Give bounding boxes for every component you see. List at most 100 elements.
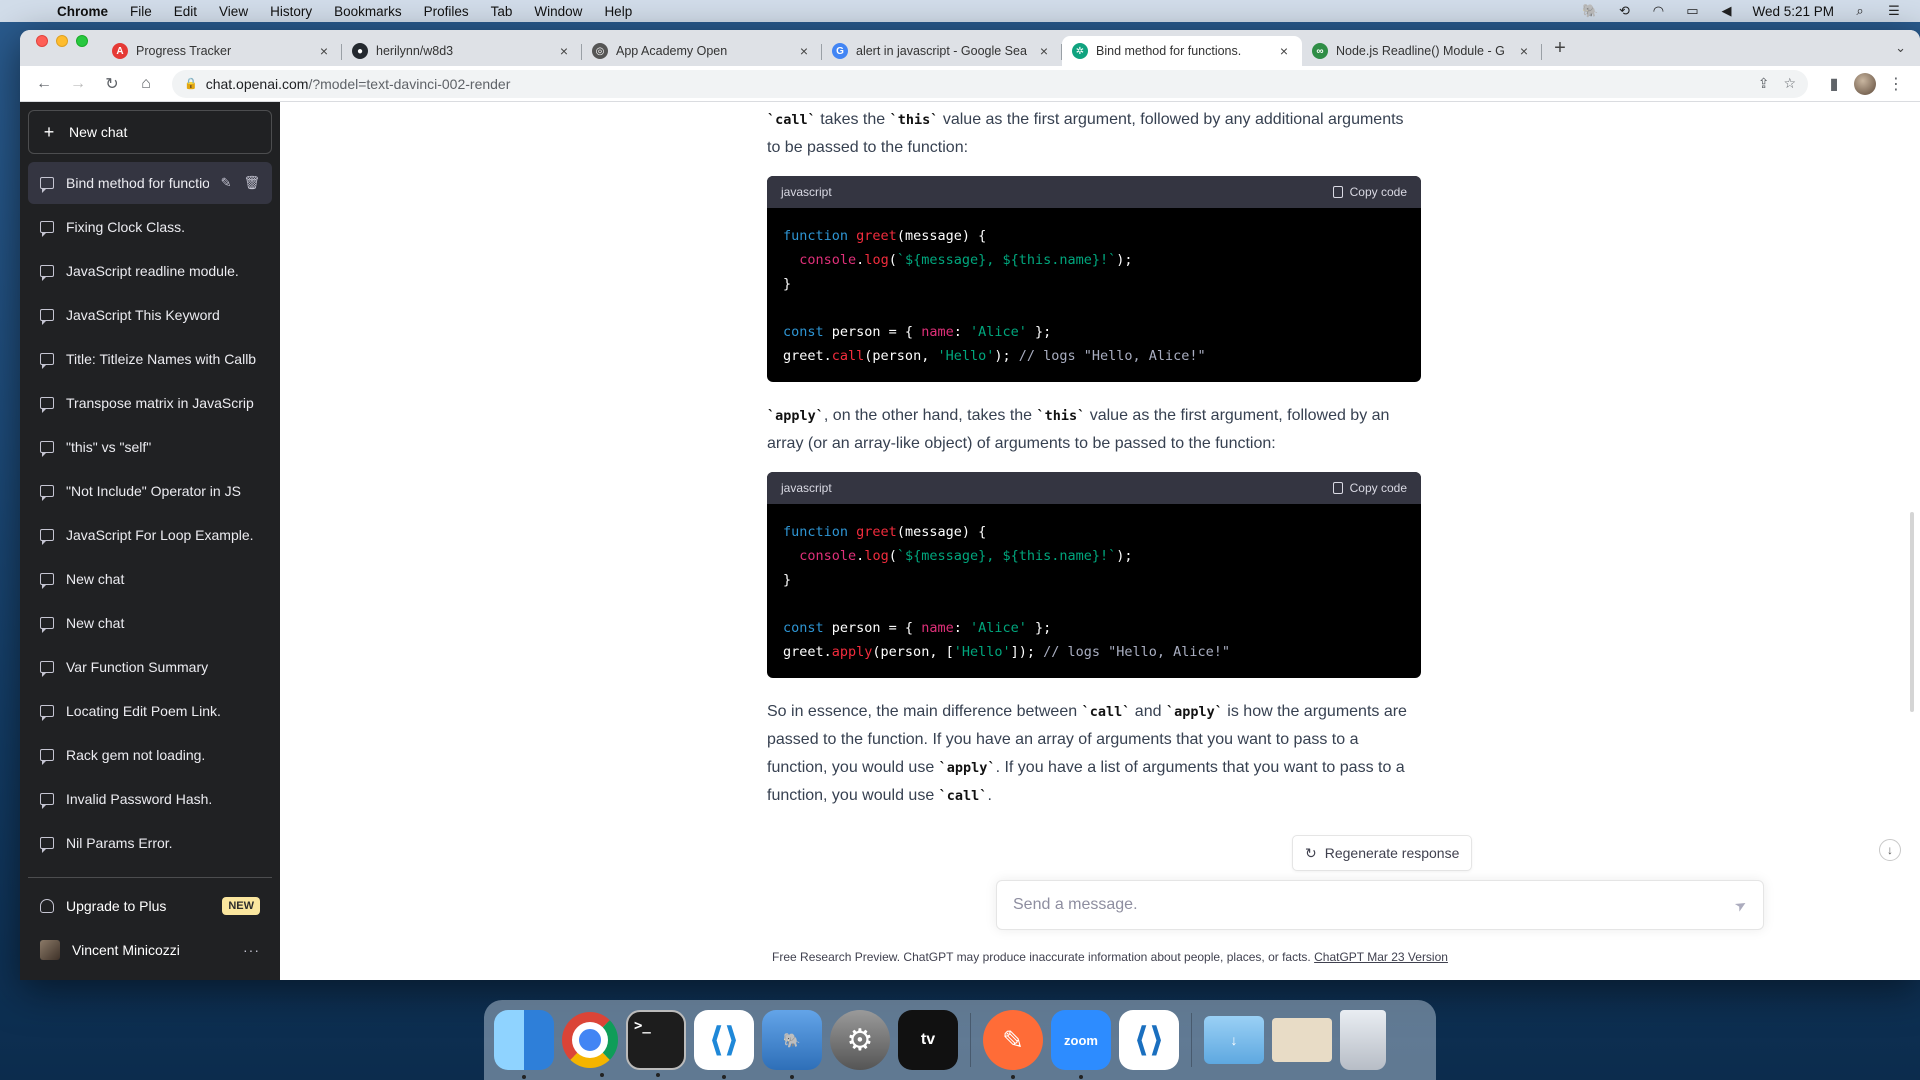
chat-history-item[interactable]: Fixing Clock Class. — [28, 206, 272, 248]
copy-code-button[interactable]: Copy code — [1332, 178, 1407, 206]
evernote-icon[interactable]: 🐘 — [1582, 3, 1598, 18]
chat-bubble-icon — [40, 309, 54, 325]
menu-help[interactable]: Help — [593, 4, 643, 19]
chat-history-label: New chat — [66, 615, 125, 631]
chrome-menu-kebab-icon[interactable]: ⋮ — [1882, 70, 1910, 98]
apple-tv-icon[interactable]: tv — [898, 1010, 958, 1070]
tab-close-icon[interactable]: × — [556, 43, 572, 59]
tab-close-icon[interactable]: × — [796, 43, 812, 59]
bookmark-star-icon[interactable]: ☆ — [1783, 75, 1796, 92]
tab-search-chevron-icon[interactable]: ⌄ — [1895, 40, 1920, 56]
text: and — [1130, 703, 1166, 720]
downloads-folder-icon[interactable]: ↓ — [1204, 1016, 1264, 1064]
copy-code-button[interactable]: Copy code — [1332, 474, 1407, 502]
url-path: /?model=text-davinci-002-render — [308, 75, 511, 92]
menu-profiles[interactable]: Profiles — [413, 4, 480, 19]
tab-close-icon[interactable]: × — [1036, 43, 1052, 59]
chat-history-item[interactable]: Locating Edit Poem Link. — [28, 690, 272, 732]
chat-history-item[interactable]: JavaScript For Loop Example. — [28, 514, 272, 556]
vscode-insiders-icon[interactable]: ⟨⟩ — [1119, 1010, 1179, 1070]
terminal-icon[interactable]: >_ — [626, 1010, 686, 1077]
zoom-icon[interactable]: zoom — [1051, 1010, 1111, 1079]
trash-icon[interactable] — [1340, 1010, 1386, 1070]
chat-history-item[interactable]: New chat — [28, 558, 272, 600]
address-bar[interactable]: 🔒 chat.openai.com/?model=text-davinci-00… — [172, 69, 1808, 98]
dock-separator — [970, 1013, 971, 1067]
vscode-icon[interactable]: ⟨⟩ — [694, 1010, 754, 1079]
version-link[interactable]: ChatGPT Mar 23 Version — [1314, 950, 1448, 964]
browser-tab[interactable]: ✲ Bind method for functions. × — [1062, 36, 1302, 66]
chat-history-item[interactable]: Nil Params Error. — [28, 822, 272, 864]
tab-strip: A Progress Tracker × ● herilynn/w8d3 × ◎ App Ac… — [20, 30, 1920, 66]
chrome-icon[interactable] — [562, 1012, 618, 1077]
upgrade-to-plus-button[interactable]: Upgrade to Plus NEW — [28, 884, 272, 928]
preview-icon[interactable] — [1272, 1018, 1332, 1062]
more-options-icon[interactable]: ··· — [243, 942, 260, 958]
wifi-icon[interactable]: ◠ — [1650, 3, 1666, 18]
chat-history-item[interactable]: Bind method for functio ✎ 🗑 — [28, 162, 272, 204]
tab-close-icon[interactable]: × — [1276, 43, 1292, 59]
time-machine-icon[interactable]: ⟲ — [1616, 3, 1632, 18]
profile-avatar[interactable] — [1854, 72, 1876, 95]
tab-close-icon[interactable]: × — [1516, 43, 1532, 59]
chat-history-item[interactable]: Title: Titleize Names with Callb — [28, 338, 272, 380]
send-icon[interactable]: ➤ — [1732, 895, 1751, 916]
message-input[interactable]: Send a message. ➤ — [996, 880, 1764, 930]
chat-history-item[interactable]: JavaScript This Keyword — [28, 294, 272, 336]
chat-bubble-icon — [40, 529, 54, 545]
volume-icon[interactable]: ◀ — [1718, 3, 1734, 18]
sidebar-footer: Upgrade to Plus NEW Vincent Minicozzi ··… — [28, 877, 272, 972]
system-preferences-gear-icon[interactable]: ⚙ — [830, 1010, 890, 1070]
minimize-window-button[interactable] — [56, 35, 68, 47]
code-content: function greet(message) { console.log(`$… — [783, 524, 1231, 660]
menu-tab[interactable]: Tab — [480, 4, 524, 19]
tableplus-elephant-icon[interactable]: 🐘 — [762, 1010, 822, 1079]
menu-history[interactable]: History — [259, 4, 323, 19]
side-panel-icon[interactable]: ▮ — [1820, 70, 1848, 98]
chat-history-item[interactable]: "Not Include" Operator in JS — [28, 470, 272, 512]
share-icon[interactable]: ⇪ — [1758, 75, 1770, 92]
menu-file[interactable]: File — [119, 4, 163, 19]
menu-view[interactable]: View — [208, 4, 259, 19]
menu-edit[interactable]: Edit — [163, 4, 208, 19]
browser-tab[interactable]: ∞ Node.js Readline() Module - G × — [1302, 36, 1542, 66]
menu-app-chrome[interactable]: Chrome — [46, 4, 119, 19]
chat-history-label: "Not Include" Operator in JS — [66, 483, 241, 499]
browser-tab[interactable]: ● herilynn/w8d3 × — [342, 36, 582, 66]
tab-close-icon[interactable]: × — [316, 43, 332, 59]
browser-tab[interactable]: A Progress Tracker × — [102, 36, 342, 66]
browser-tab[interactable]: Galert in javascript - Google Sea × — [822, 36, 1062, 66]
browser-tab[interactable]: ◎ App Academy Open × — [582, 36, 822, 66]
page-scrollbar[interactable] — [1910, 512, 1914, 712]
spotlight-search-icon[interactable]: ⌕ — [1852, 3, 1868, 18]
menubar-clock[interactable]: Wed 5:21 PM — [1752, 4, 1834, 19]
close-window-button[interactable] — [36, 35, 48, 47]
new-tab-plus-icon[interactable]: + — [1542, 37, 1578, 60]
postman-icon[interactable]: ✎ — [983, 1010, 1043, 1079]
chat-history-item[interactable]: Transpose matrix in JavaScrip — [28, 382, 272, 424]
chat-history-item[interactable]: JavaScript readline module. — [28, 250, 272, 292]
scroll-to-bottom-arrow-icon[interactable]: ↓ — [1879, 839, 1901, 861]
chat-history-item[interactable]: Invalid Password Hash. — [28, 778, 272, 820]
forward-arrow-icon[interactable]: → — [64, 70, 92, 98]
new-chat-button[interactable]: + New chat — [28, 110, 272, 154]
lock-icon[interactable]: 🔒 — [184, 77, 198, 90]
chat-history-item[interactable]: Var Function Summary — [28, 646, 272, 688]
back-arrow-icon[interactable]: ← — [30, 70, 58, 98]
chat-history-item[interactable]: Rack gem not loading. — [28, 734, 272, 776]
chat-history-item[interactable]: New chat — [28, 602, 272, 644]
finder-icon[interactable] — [494, 1010, 554, 1079]
menu-bookmarks[interactable]: Bookmarks — [323, 4, 413, 19]
user-menu-button[interactable]: Vincent Minicozzi ··· — [28, 928, 272, 972]
chat-history-item[interactable]: "this" vs "self" — [28, 426, 272, 468]
airplay-display-icon[interactable]: ▭ — [1684, 3, 1700, 18]
edit-pencil-icon[interactable]: ✎ — [221, 175, 232, 191]
tab-favicon-icon: ✲ — [1072, 43, 1088, 59]
home-icon[interactable]: ⌂ — [132, 70, 160, 98]
control-center-icon[interactable]: ☰ — [1886, 3, 1902, 18]
regenerate-response-button[interactable]: ↻ Regenerate response — [1292, 835, 1473, 871]
fullscreen-window-button[interactable] — [76, 35, 88, 47]
menu-window[interactable]: Window — [523, 4, 593, 19]
reload-icon[interactable]: ↻ — [98, 70, 126, 98]
delete-trash-icon[interactable]: 🗑 — [243, 175, 260, 191]
